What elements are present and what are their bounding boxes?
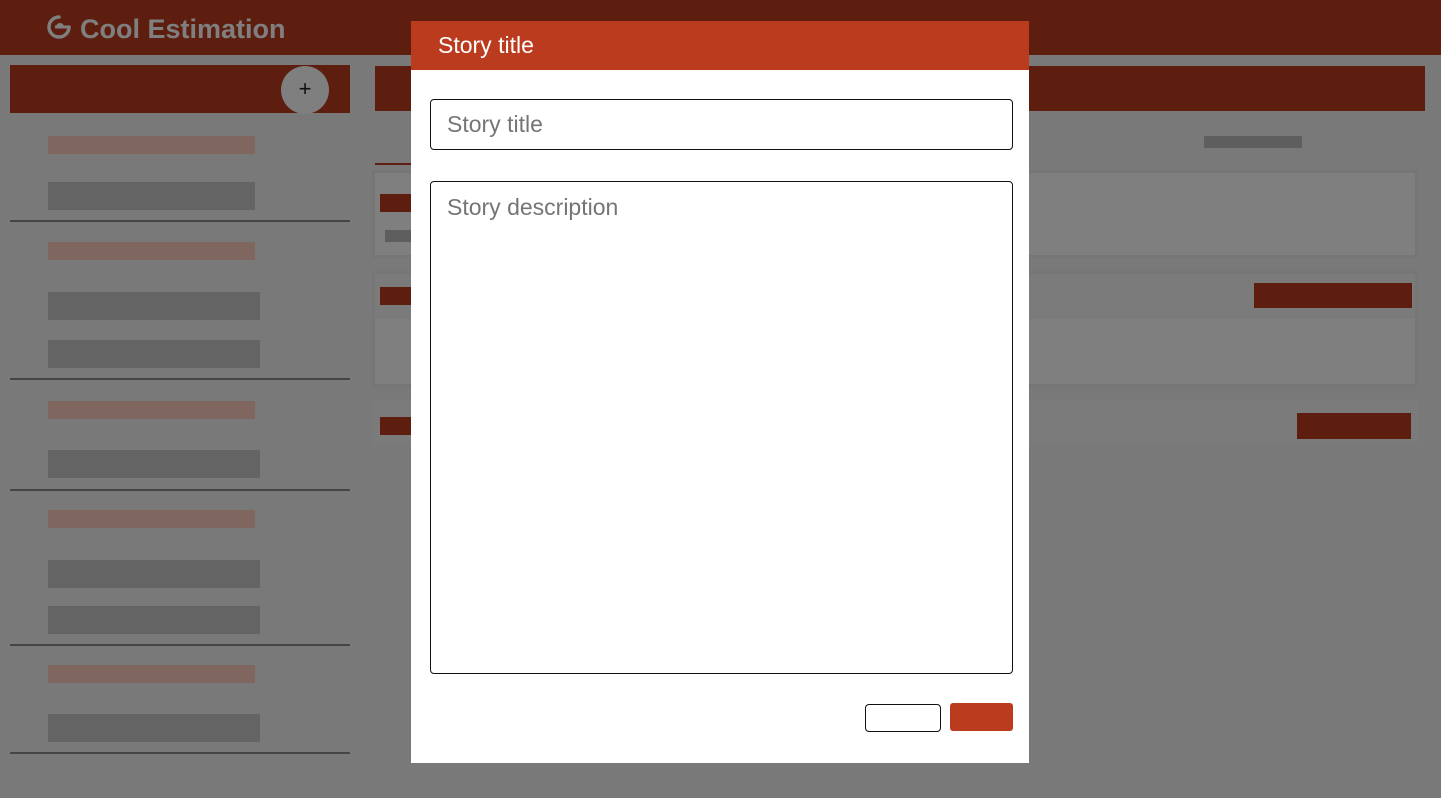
- story-description-input[interactable]: [430, 181, 1013, 674]
- save-button[interactable]: [950, 703, 1013, 731]
- story-dialog: Story title: [411, 21, 1029, 763]
- dialog-title: Story title: [438, 32, 534, 58]
- story-title-input[interactable]: [430, 99, 1013, 150]
- dialog-header: Story title: [411, 21, 1029, 70]
- cancel-button[interactable]: [865, 704, 941, 732]
